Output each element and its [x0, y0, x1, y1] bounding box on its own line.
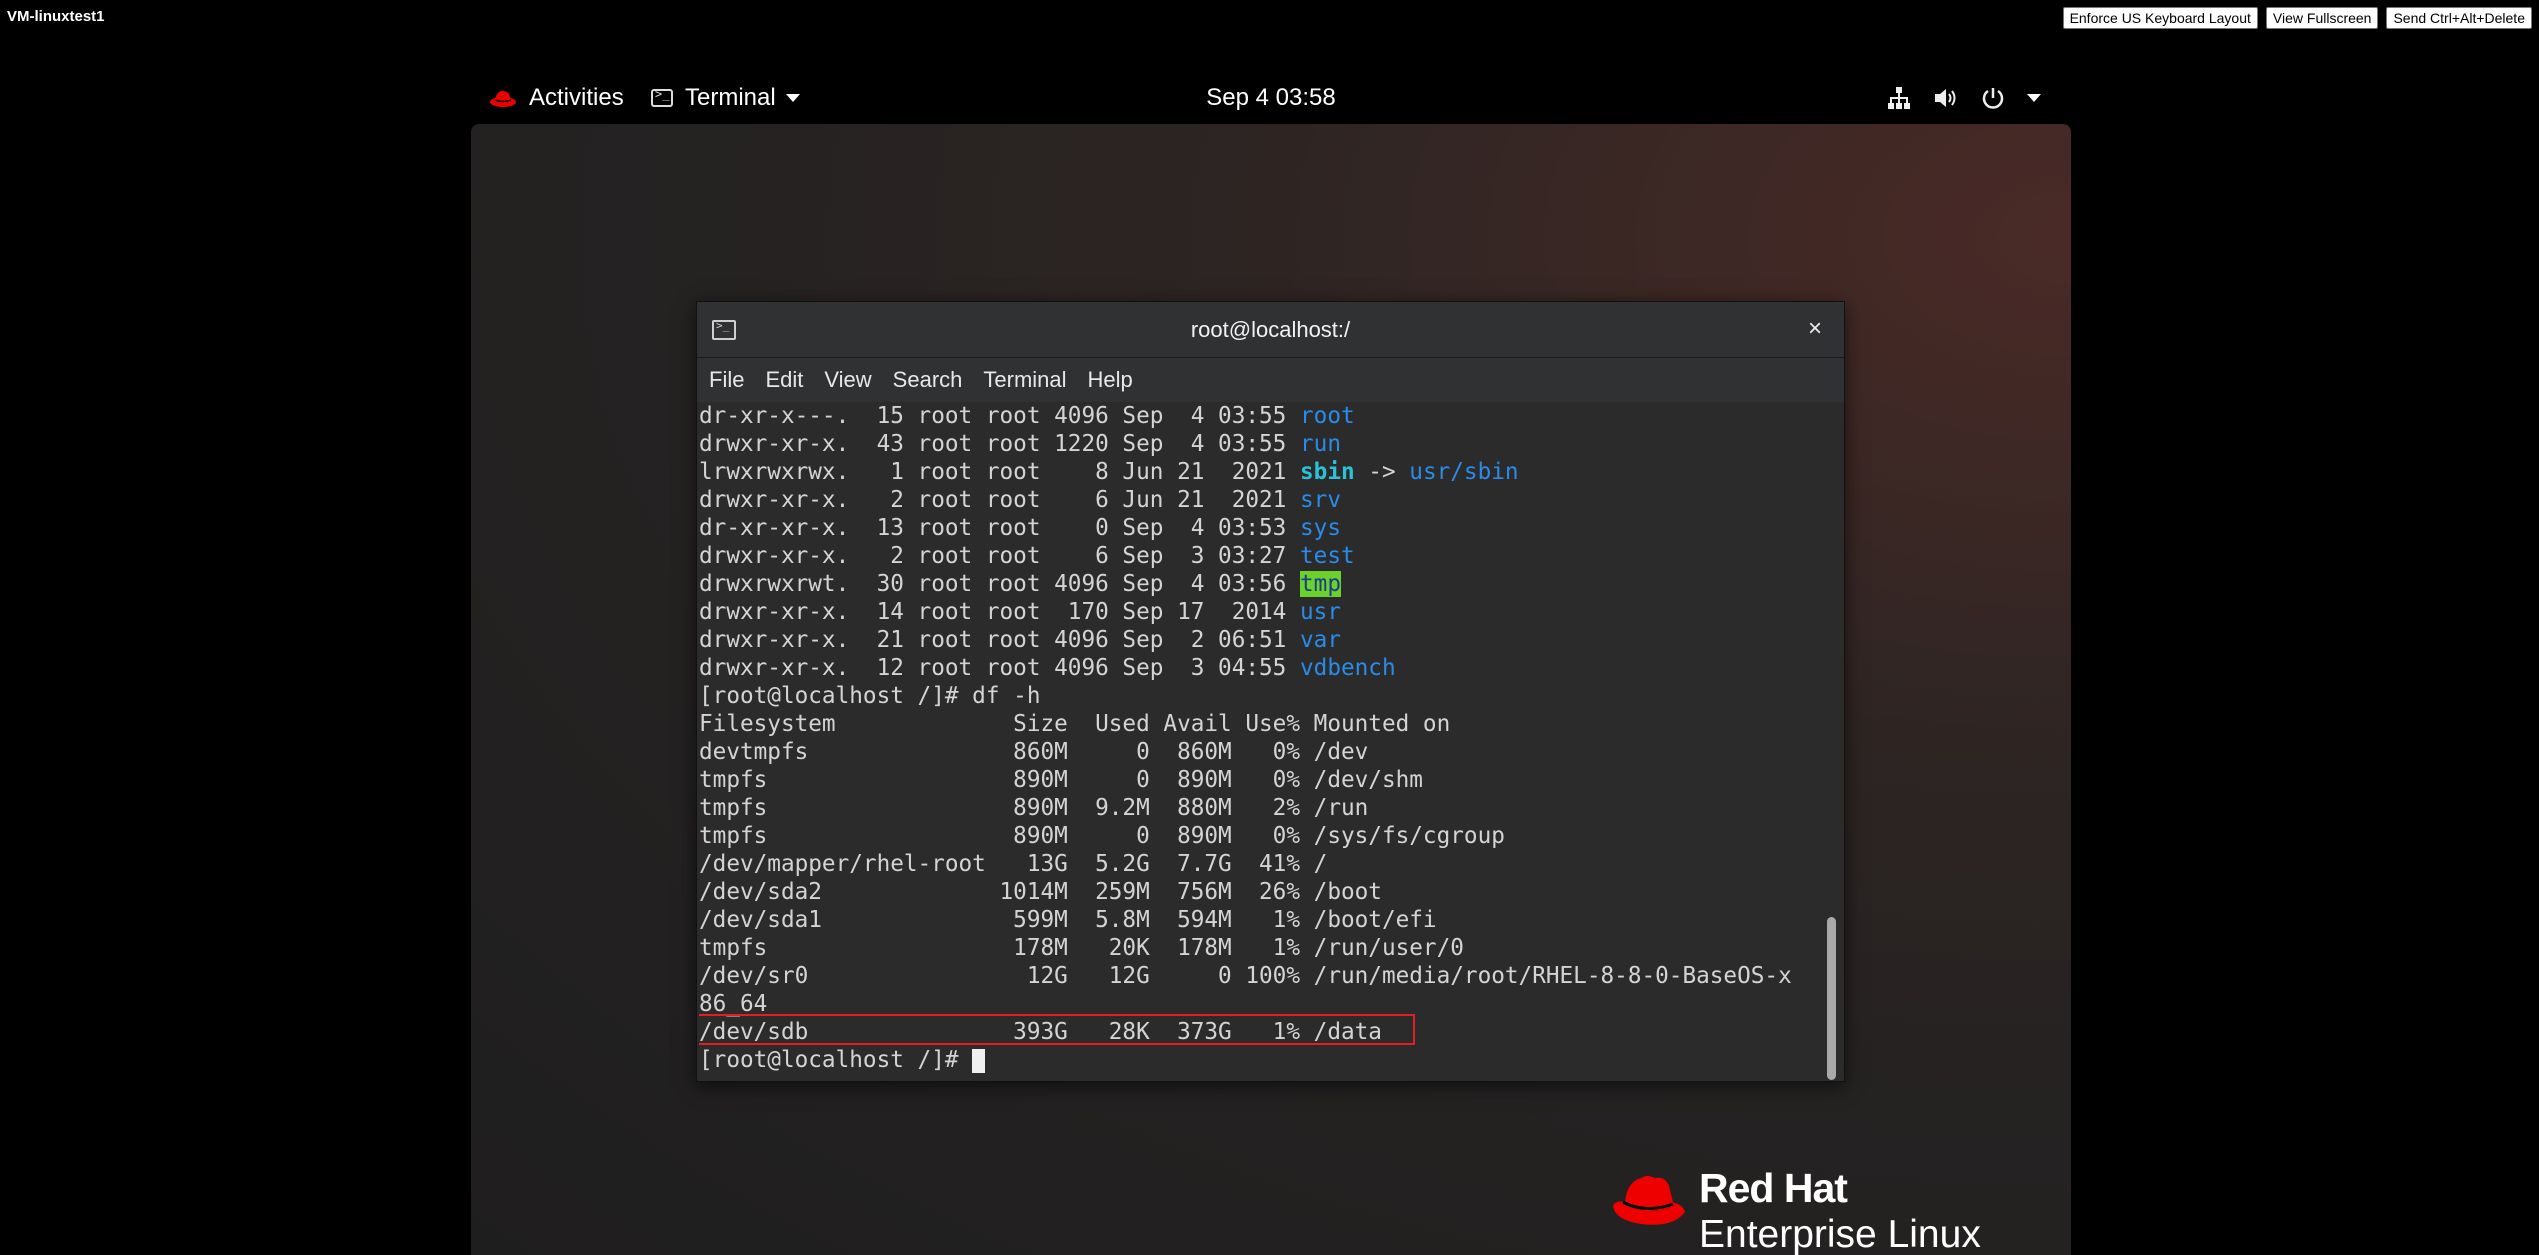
terminal-line: /dev/mapper/rhel-root 13G 5.2G 7.7G 41% …: [699, 851, 1328, 877]
menu-help[interactable]: Help: [1088, 367, 1133, 393]
terminal-titlebar[interactable]: root@localhost:/ ×: [697, 302, 1844, 358]
activities-button[interactable]: Activities: [489, 72, 624, 124]
terminal-line: tmpfs 178M 20K 178M 1% /run/user/0: [699, 935, 1464, 961]
terminal-line: drwxr-xr-x. 2 root root 6 Sep 3 03:27 te…: [699, 543, 1355, 569]
terminal-cursor: [972, 1048, 986, 1073]
gnome-top-bar: Activities Terminal Sep 4 03:58: [471, 72, 2071, 124]
terminal-line: devtmpfs 860M 0 860M 0% /dev: [699, 739, 1369, 765]
terminal-line: drwxr-xr-x. 43 root root 1220 Sep 4 03:5…: [699, 431, 1341, 457]
terminal-line: tmpfs 890M 0 890M 0% /dev/shm: [699, 767, 1423, 793]
power-icon: [1982, 88, 2004, 109]
terminal-line: drwxr-xr-x. 12 root root 4096 Sep 3 04:5…: [699, 655, 1396, 681]
terminal-line: [root@localhost /]# df -h: [699, 683, 1041, 709]
terminal-output[interactable]: dr-xr-x---. 15 root root 4096 Sep 4 03:5…: [699, 402, 1826, 1081]
brand-line-1: Red Hat: [1699, 1165, 1848, 1211]
menu-edit[interactable]: Edit: [765, 367, 803, 393]
volume-icon: [1935, 89, 1956, 107]
terminal-line: /dev/sr0 12G 12G 0 100% /run/media/root/…: [699, 963, 1792, 989]
brand-line-2: Enterprise Linux: [1699, 1213, 1981, 1255]
scrollbar-thumb[interactable]: [1827, 917, 1836, 1080]
terminal-line: drwxrwxrwt. 30 root root 4096 Sep 4 03:5…: [699, 571, 1341, 597]
clock[interactable]: Sep 4 03:58: [1206, 84, 1335, 112]
redhat-icon: [1613, 1176, 1685, 1225]
terminal-line: /dev/sda1 599M 5.8M 594M 1% /boot/efi: [699, 907, 1437, 933]
enforce-us-keyboard-button[interactable]: Enforce US Keyboard Layout: [2062, 7, 2258, 29]
app-menu-terminal[interactable]: Terminal: [651, 72, 800, 124]
activities-label: Activities: [529, 84, 624, 111]
window-title: root@localhost:/: [1190, 317, 1351, 342]
terminal-scrollbar[interactable]: [1826, 404, 1838, 1080]
network-icon: [1888, 87, 1910, 109]
terminal-prompt-line[interactable]: [root@localhost /]#: [699, 1046, 986, 1074]
menu-terminal[interactable]: Terminal: [983, 367, 1066, 393]
chevron-down-icon: [785, 94, 800, 102]
vm-title: VM-linuxtest1: [7, 8, 105, 25]
terminal-line: dr-xr-xr-x. 13 root root 0 Sep 4 03:53 s…: [699, 515, 1341, 541]
console-toolbar: Enforce US Keyboard Layout View Fullscre…: [2062, 7, 2532, 29]
menu-file[interactable]: File: [709, 367, 744, 393]
view-fullscreen-button[interactable]: View Fullscreen: [2265, 7, 2379, 29]
chevron-down-icon: [2027, 94, 2041, 102]
vm-screen[interactable]: Activities Terminal Sep 4 03:58: [471, 72, 2071, 1255]
desktop[interactable]: root@localhost:/ × File Edit View Search…: [471, 124, 2071, 1255]
menu-search[interactable]: Search: [893, 367, 963, 393]
terminal-line: drwxr-xr-x. 21 root root 4096 Sep 2 06:5…: [699, 627, 1341, 653]
redhat-wordmark: Red Hat Enterprise Linux: [1699, 1164, 1981, 1255]
send-ctrl-alt-delete-button[interactable]: Send Ctrl+Alt+Delete: [2386, 7, 2532, 29]
redhat-logo: Red Hat Enterprise Linux: [1611, 1164, 1981, 1255]
terminal-line: lrwxrwxrwx. 1 root root 8 Jun 21 2021 sb…: [699, 459, 1519, 485]
terminal-line: dr-xr-x---. 15 root root 4096 Sep 4 03:5…: [699, 403, 1355, 429]
system-status-menu[interactable]: [1887, 72, 2041, 124]
redhat-icon: [490, 91, 516, 107]
terminal-icon: [651, 87, 673, 107]
menu-view[interactable]: View: [824, 367, 871, 393]
terminal-line: Filesystem Size Used Avail Use% Mounted …: [699, 711, 1451, 737]
terminal-line: /dev/sda2 1014M 259M 756M 26% /boot: [699, 879, 1382, 905]
terminal-window[interactable]: root@localhost:/ × File Edit View Search…: [696, 301, 1845, 1082]
terminal-line: tmpfs 890M 9.2M 880M 2% /run: [699, 795, 1369, 821]
app-menu-label: Terminal: [685, 84, 776, 111]
terminal-line: drwxr-xr-x. 14 root root 170 Sep 17 2014…: [699, 599, 1341, 625]
close-button[interactable]: ×: [1800, 314, 1830, 344]
terminal-line: drwxr-xr-x. 2 root root 6 Jun 21 2021 sr…: [699, 487, 1341, 513]
terminal-menubar: File Edit View Search Terminal Help: [697, 358, 1844, 402]
terminal-line: tmpfs 890M 0 890M 0% /sys/fs/cgroup: [699, 823, 1505, 849]
highlight-box: [699, 1014, 1415, 1045]
terminal-icon: [712, 319, 736, 340]
